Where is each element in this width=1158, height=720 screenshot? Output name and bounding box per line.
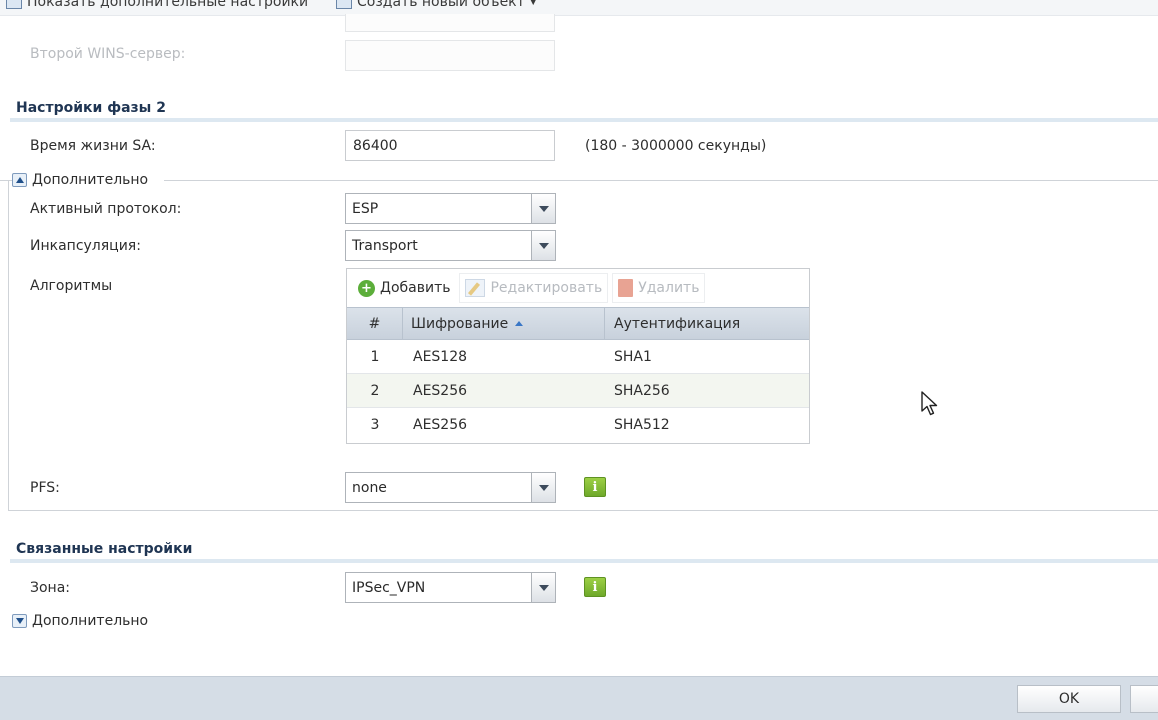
- zone-value: IPSec_VPN: [352, 579, 426, 596]
- chevron-down-icon: [531, 473, 555, 502]
- show-advanced-settings-label: Показать дополнительные настройки: [27, 0, 309, 10]
- ok-button[interactable]: OK: [1017, 685, 1121, 713]
- algorithms-label: Алгоритмы: [30, 278, 113, 294]
- active-protocol-label: Активный протокол:: [30, 201, 182, 217]
- algorithms-grid-toolbar: + Добавить Редактировать Удалить: [347, 269, 809, 307]
- plus-circle-icon: +: [358, 279, 375, 297]
- column-header-authentication[interactable]: Аутентификация: [605, 308, 809, 339]
- pfs-value: none: [352, 479, 387, 496]
- triangle-up-icon: [12, 173, 27, 187]
- row-authentication: SHA256: [614, 382, 670, 399]
- delete-algorithm-label: Удалить: [638, 280, 700, 296]
- list-icon: [6, 0, 22, 9]
- column-header-number-text: #: [368, 315, 381, 332]
- sa-lifetime-input[interactable]: 86400: [345, 130, 555, 161]
- related-settings-section-rule: [10, 559, 1158, 563]
- related-settings-section-title: Связанные настройки: [16, 541, 193, 557]
- new-object-icon: [336, 0, 352, 9]
- phase2-section-title: Настройки фазы 2: [16, 100, 166, 116]
- advanced-collapse-toggle[interactable]: Дополнительно: [12, 172, 148, 188]
- row-encryption: AES256: [413, 417, 468, 433]
- add-algorithm-button[interactable]: + Добавить: [353, 273, 455, 303]
- mouse-cursor-icon: [921, 391, 938, 416]
- cancel-button-partial[interactable]: [1130, 685, 1158, 713]
- pfs-select[interactable]: none: [345, 472, 556, 503]
- row-number: 1: [370, 348, 380, 365]
- edit-icon: [465, 279, 486, 297]
- table-row[interactable]: 2 AES256 SHA256: [347, 374, 809, 408]
- add-algorithm-label: Добавить: [380, 280, 451, 296]
- edit-algorithm-button[interactable]: Редактировать: [459, 273, 609, 303]
- top-toolbar: Показать дополнительные настройки Создат…: [0, 0, 1158, 16]
- advanced-toggle-label: Дополнительно: [32, 172, 149, 188]
- row-number: 2: [370, 382, 380, 399]
- row-authentication: SHA1: [614, 348, 652, 365]
- encapsulation-select[interactable]: Transport: [345, 230, 556, 261]
- row-number: 3: [370, 417, 380, 433]
- show-advanced-settings-button[interactable]: Показать дополнительные настройки: [6, 0, 308, 10]
- column-header-authentication-text: Аутентификация: [614, 315, 741, 332]
- second-wins-server-field: [345, 40, 555, 71]
- chevron-down-icon: [531, 194, 555, 223]
- algorithms-grid-header: # Шифрование Аутентификация: [347, 307, 809, 340]
- pfs-label: PFS:: [30, 480, 60, 496]
- chevron-down-icon: [531, 573, 555, 602]
- sa-lifetime-label: Время жизни SA:: [30, 138, 156, 154]
- sort-ascending-icon: [515, 321, 524, 326]
- edit-algorithm-label: Редактировать: [490, 280, 603, 296]
- algorithms-grid: + Добавить Редактировать Удалить # Шифро…: [346, 268, 810, 444]
- column-header-encryption[interactable]: Шифрование: [403, 308, 605, 339]
- dialog-footer: OK: [0, 676, 1158, 720]
- zone-label: Зона:: [30, 580, 70, 596]
- related-advanced-toggle-label: Дополнительно: [32, 613, 149, 629]
- chevron-down-icon: [531, 231, 555, 260]
- column-header-encryption-text: Шифрование: [411, 315, 509, 332]
- zone-select[interactable]: IPSec_VPN: [345, 572, 556, 603]
- advanced-fieldset-line-bottom: [8, 510, 1158, 511]
- caret-down-icon: ▼: [529, 0, 537, 7]
- encapsulation-value: Transport: [352, 237, 418, 254]
- create-new-object-label: Создать новый объект: [357, 0, 525, 10]
- column-header-number[interactable]: #: [347, 308, 403, 339]
- second-wins-server-label: Второй WINS-сервер:: [30, 46, 186, 62]
- delete-algorithm-button[interactable]: Удалить: [612, 273, 706, 303]
- row-authentication: SHA512: [614, 417, 670, 433]
- advanced-fieldset-line-left: [0, 180, 12, 181]
- triangle-down-icon: [12, 614, 27, 628]
- first-wins-server-field: [345, 14, 555, 32]
- active-protocol-value: ESP: [352, 200, 379, 217]
- create-new-object-button[interactable]: Создать новый объект ▼: [336, 0, 537, 10]
- phase2-section-rule: [10, 118, 1158, 122]
- sa-lifetime-hint: (180 - 3000000 секунды): [585, 138, 767, 154]
- advanced-fieldset-line-right: [164, 180, 1158, 181]
- trash-icon: [618, 279, 634, 297]
- active-protocol-select[interactable]: ESP: [345, 193, 556, 224]
- row-encryption: AES128: [413, 348, 468, 365]
- info-icon[interactable]: i: [584, 477, 606, 497]
- advanced-fieldset-border-left: [8, 180, 9, 510]
- row-encryption: AES256: [413, 382, 468, 399]
- table-row[interactable]: 1 AES128 SHA1: [347, 340, 809, 374]
- table-row[interactable]: 3 AES256 SHA512: [347, 408, 809, 442]
- related-advanced-expand-toggle[interactable]: Дополнительно: [12, 613, 148, 629]
- encapsulation-label: Инкапсуляция:: [30, 238, 141, 254]
- info-icon[interactable]: i: [584, 577, 606, 597]
